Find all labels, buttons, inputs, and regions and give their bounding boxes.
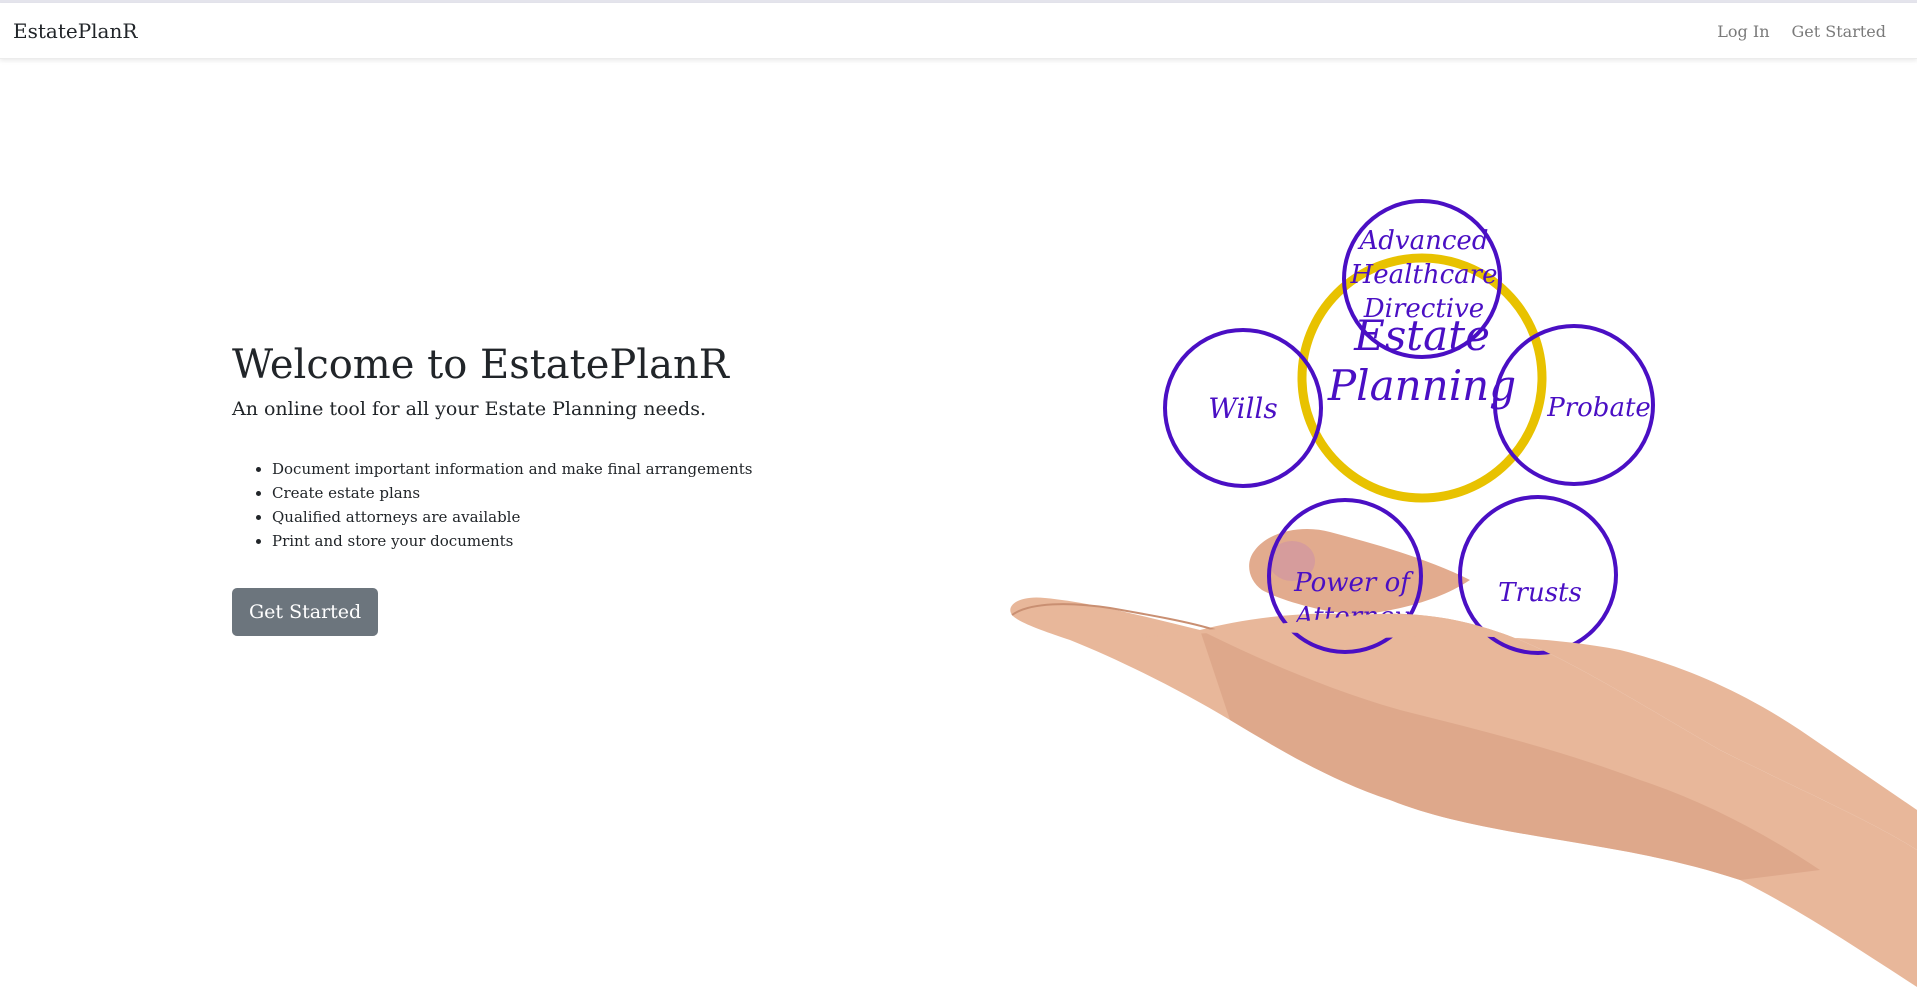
estate-planning-illustration: Estate Planning Advanced Healthcare Dire… [1000, 190, 1917, 987]
hero-section: Welcome to EstatePlanR An online tool fo… [232, 341, 852, 636]
nav-links: Log In Get Started [1717, 22, 1886, 41]
feature-list: Document important information and make … [232, 457, 852, 553]
login-link[interactable]: Log In [1717, 22, 1769, 41]
page-title: Welcome to EstatePlanR [232, 342, 729, 388]
feature-item: Print and store your documents [272, 529, 852, 553]
get-started-button[interactable]: Get Started [232, 587, 379, 636]
healthcare-label: Advanced [1358, 226, 1489, 256]
feature-item: Create estate plans [272, 481, 852, 505]
feature-item: Document important information and make … [272, 457, 852, 481]
healthcare-label: Healthcare [1350, 260, 1498, 290]
hand-diagram-image: Estate Planning Advanced Healthcare Dire… [1010, 199, 1917, 987]
power-of-attorney-label: Power of [1293, 568, 1414, 598]
trusts-label: Trusts [1498, 578, 1582, 608]
healthcare-label: Directive [1363, 294, 1484, 324]
wills-label: Wills [1208, 392, 1278, 425]
feature-item: Qualified attorneys are available [272, 505, 852, 529]
probate-label: Probate [1546, 393, 1651, 423]
brand-logo[interactable]: EstatePlanR [13, 19, 137, 43]
center-label: Planning [1327, 361, 1516, 410]
hero-lead: An online tool for all your Estate Plann… [232, 398, 706, 420]
navbar: EstatePlanR Log In Get Started [0, 3, 1917, 59]
get-started-nav-link[interactable]: Get Started [1792, 22, 1886, 41]
